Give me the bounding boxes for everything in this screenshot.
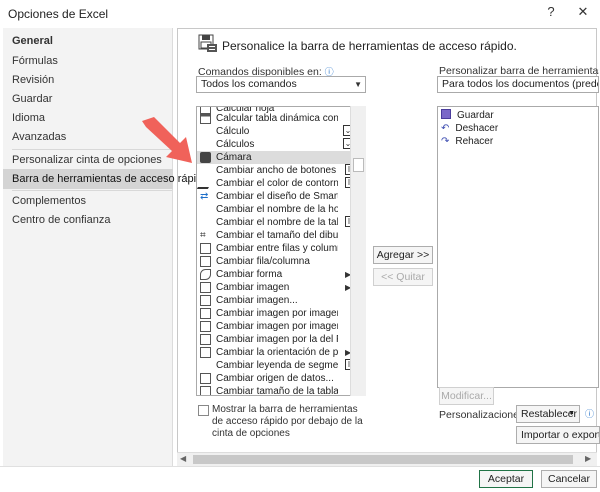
image-icon <box>200 321 211 332</box>
list-item[interactable]: Calcular tabla dinámica con ... <box>197 112 365 125</box>
personalizations-label: Personalizaciones: <box>439 409 528 421</box>
list-item[interactable]: Cambiar tamaño de la tabla <box>197 385 365 395</box>
list-item[interactable]: Cálculos ⌄ <box>197 138 365 151</box>
sidebar-item-revision[interactable]: Revisión <box>3 70 173 90</box>
title-bar: Opciones de Excel ? ✕ <box>0 0 600 26</box>
switch-icon <box>200 243 211 254</box>
list-item[interactable]: Cambiar imagen por la del P... <box>197 333 365 346</box>
list-item[interactable]: Cambiar fila/columna <box>197 255 365 268</box>
sidebar-item-trust[interactable]: Centro de confianza <box>3 210 173 230</box>
crop-icon: ⌗ <box>200 230 206 241</box>
sidebar-item-addins[interactable]: Complementos <box>3 191 173 211</box>
list-item[interactable]: ⇄Cambiar el diseño de SmartArt <box>197 190 365 203</box>
orientation-icon <box>200 347 211 358</box>
list-item[interactable]: Cambiar entre filas y columnas <box>197 242 365 255</box>
datasource-icon <box>200 373 211 384</box>
image-icon <box>200 308 211 319</box>
chevron-down-icon: ▼ <box>568 410 575 417</box>
add-button[interactable]: Agregar >> <box>373 246 433 264</box>
image-icon <box>200 282 211 293</box>
list-item[interactable]: Cambiar leyenda de segment...I <box>197 359 365 372</box>
list-item[interactable]: Cambiar origen de datos... <box>197 372 365 385</box>
list-item[interactable]: ↶ Deshacer <box>441 122 498 135</box>
remove-button[interactable]: << Quitar <box>373 268 433 286</box>
pen-icon <box>197 178 215 189</box>
customize-dropdown[interactable]: Para todos los documentos (predeterm <box>437 76 599 93</box>
list-item[interactable]: Cambiar el nombre de la hoja <box>197 203 365 216</box>
reset-button[interactable]: Restablecer ▼ <box>516 405 580 423</box>
list-item[interactable]: Cambiar la orientación de pá...▶ <box>197 346 365 359</box>
list-item[interactable]: ↷ Rehacer <box>441 135 493 148</box>
image-icon <box>200 334 211 345</box>
scroll-left-icon[interactable]: ◀ <box>180 454 186 463</box>
list-item[interactable]: Cambiar imagen por imagen ... <box>197 307 365 320</box>
list-item[interactable]: Cambiar imagen... <box>197 294 365 307</box>
window-title: Opciones de Excel <box>8 7 109 21</box>
info-icon: ⓘ <box>585 409 595 419</box>
list-item[interactable]: Guardar <box>441 109 494 122</box>
camera-icon <box>200 152 211 163</box>
list-item[interactable]: Cambiar imagen por imagen ... <box>197 320 365 333</box>
scroll-right-icon[interactable]: ▶ <box>585 454 591 463</box>
list-item[interactable]: ⌗ Cambiar el tamaño del dibujo <box>197 229 365 242</box>
list-item[interactable]: Cálculo ⌄ <box>197 125 365 138</box>
qat-list[interactable]: Guardar ↶ Deshacer ↷ Rehacer <box>437 106 599 388</box>
image-icon <box>200 295 211 306</box>
list-item[interactable]: Cambiar ancho de botones de...I <box>197 164 365 177</box>
smartart-icon: ⇄ <box>200 191 209 202</box>
commands-scrollbar[interactable] <box>350 106 366 396</box>
chevron-down-icon: ▼ <box>354 80 362 89</box>
list-item[interactable]: Cambiar forma ▶ <box>197 268 365 281</box>
sidebar-item-qat[interactable]: Barra de herramientas de acceso rápido <box>3 169 208 189</box>
import-export-button[interactable]: Importar o exportar <box>516 426 600 444</box>
qat-heading-icon <box>198 34 217 52</box>
scrollbar-thumb[interactable] <box>353 158 364 172</box>
show-below-checkbox[interactable] <box>198 405 209 416</box>
cancel-button[interactable]: Cancelar <box>541 470 597 488</box>
redo-icon: ↷ <box>441 136 450 147</box>
list-item[interactable]: Cambiar el nombre de la tabla I <box>197 216 365 229</box>
shape-icon <box>200 269 211 280</box>
sidebar-item-guardar[interactable]: Guardar <box>3 89 173 109</box>
sidebar-item-formulas[interactable]: Fórmulas <box>3 51 173 71</box>
list-item[interactable]: Cambiar el color de contorno I <box>197 177 365 190</box>
scrollbar-thumb[interactable] <box>193 455 573 464</box>
sidebar: General Fórmulas Revisión Guardar Idioma… <box>3 28 208 466</box>
main-horizontal-scrollbar[interactable]: ◀ ▶ <box>177 452 597 466</box>
table-icon <box>200 386 211 395</box>
annotation-arrow-icon <box>142 117 192 163</box>
close-button[interactable]: ✕ <box>572 2 594 22</box>
undo-icon: ↶ <box>441 123 450 134</box>
list-item[interactable]: Cambiar imagen ▶ <box>197 281 365 294</box>
page-heading: Personalice la barra de herramientas de … <box>222 39 517 53</box>
commands-dropdown[interactable]: Todos los comandos ▼ <box>196 76 366 93</box>
commands-list[interactable]: Calcular hoja Calcular tabla dinámica co… <box>196 106 366 396</box>
accept-button[interactable]: Aceptar <box>479 470 533 488</box>
pivot-icon <box>200 113 211 124</box>
modify-button[interactable]: Modificar... <box>439 387 494 405</box>
help-button[interactable]: ? <box>540 2 562 22</box>
dialog-footer: Aceptar Cancelar <box>0 466 600 492</box>
show-below-label: Mostrar la barra de herramientas de acce… <box>212 404 363 439</box>
switch-icon <box>200 256 211 267</box>
sidebar-item-general[interactable]: General <box>3 31 173 51</box>
save-icon <box>441 109 451 119</box>
list-item-selected[interactable]: Cámara <box>197 151 365 164</box>
